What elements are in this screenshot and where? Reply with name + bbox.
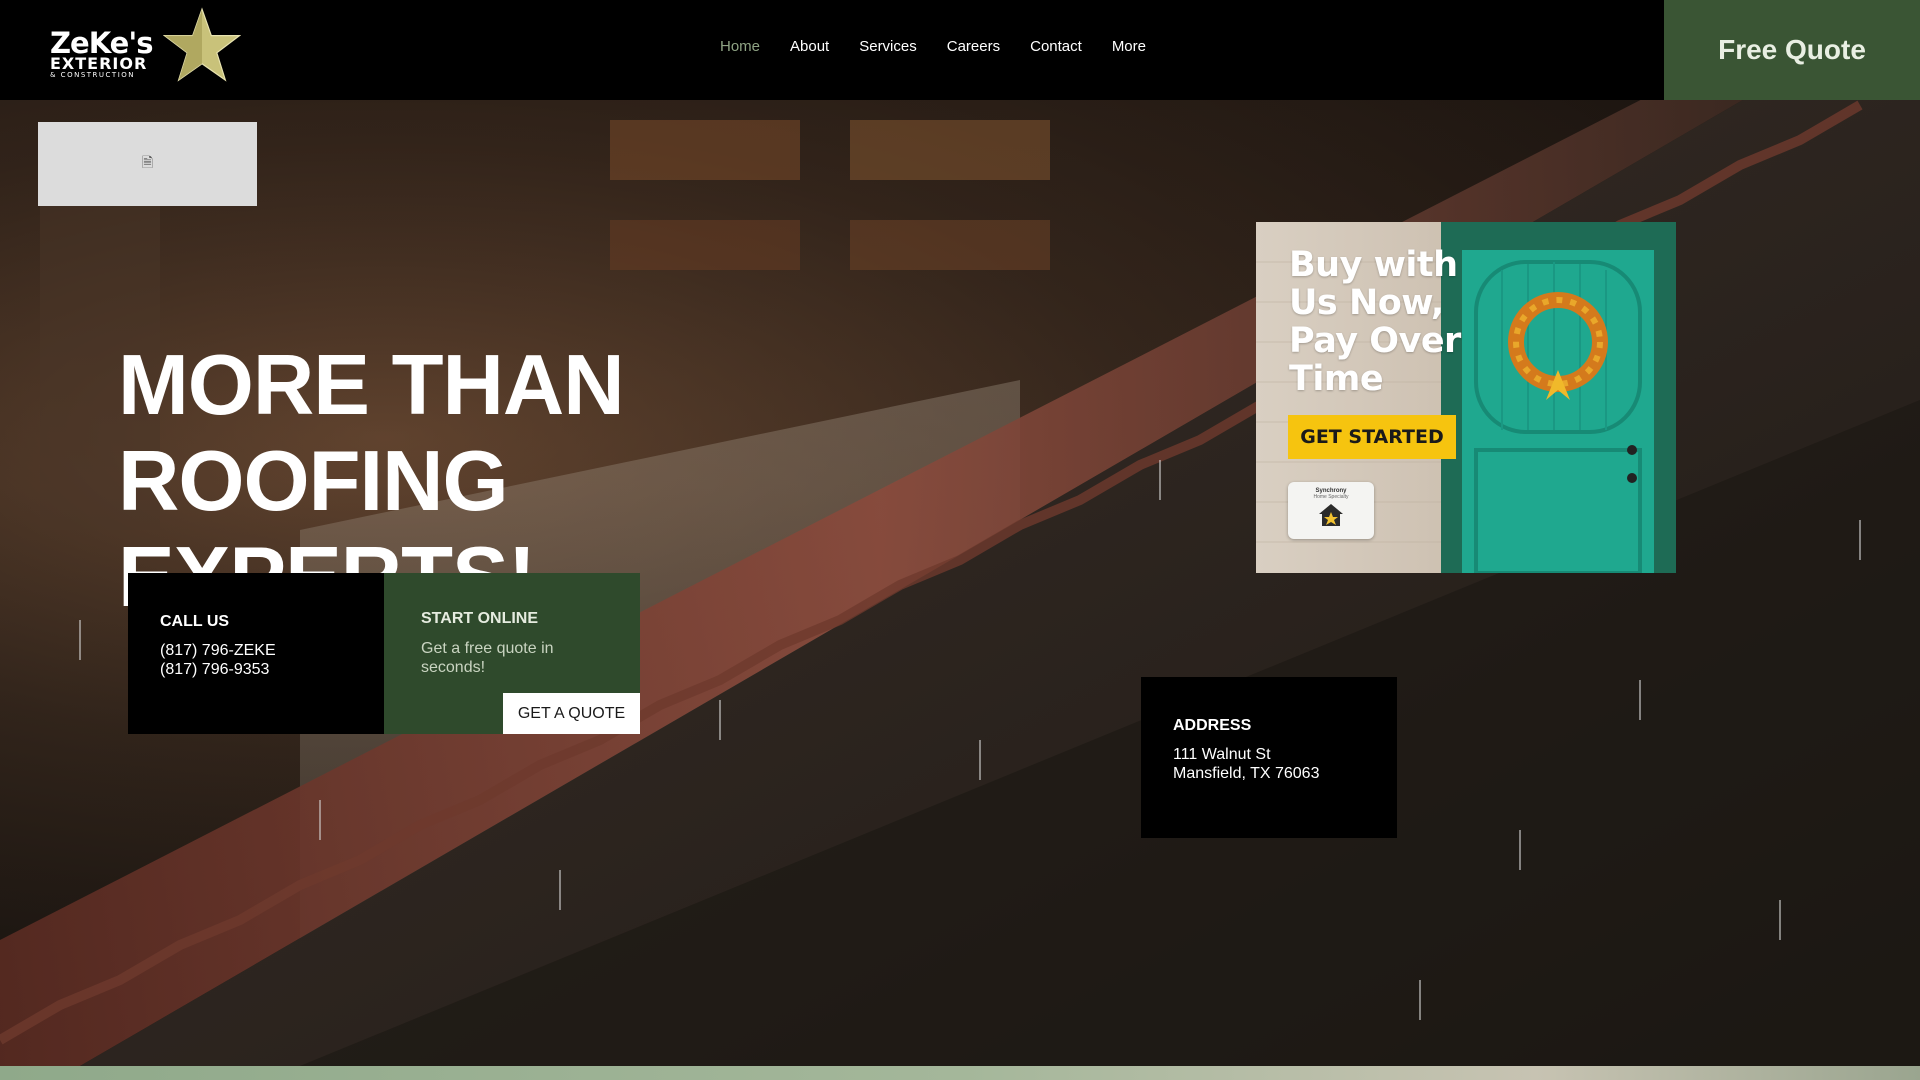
synchrony-sub: Home Specialty — [1313, 494, 1349, 500]
nav-contact[interactable]: Contact — [1030, 38, 1082, 55]
address-card: ADDRESS 111 Walnut St Mansfield, TX 7606… — [1141, 677, 1397, 838]
synchrony-badge: Synchrony Home Specialty — [1288, 482, 1374, 539]
promo-headline: Buy with Us Now, Pay Over Time — [1289, 245, 1461, 399]
address-line-1: 111 Walnut St — [1173, 746, 1271, 763]
phone-number-2[interactable]: (817) 796-9353 — [160, 660, 269, 679]
house-icon — [1319, 504, 1343, 526]
call-us-card: CALL US (817) 796-ZEKE (817) 796-9353 — [128, 573, 384, 734]
nav-about[interactable]: About — [790, 38, 829, 55]
financing-promo-banner[interactable]: Buy with Us Now, Pay Over Time GET START… — [1256, 222, 1676, 573]
brand-line-2: EXTERIOR — [50, 54, 148, 73]
document-icon: 🗎 — [141, 154, 154, 170]
call-us-title: CALL US — [160, 613, 230, 630]
nav-more[interactable]: More — [1112, 38, 1146, 55]
nav-home[interactable]: Home — [720, 38, 760, 55]
star-icon — [163, 7, 241, 82]
address-line-2: Mansfield, TX 76063 — [1173, 765, 1320, 782]
broken-image-placeholder: 🗎 — [38, 122, 257, 206]
site-header: ZeKe's EXTERIOR & CONSTRUCTION Home Abou… — [0, 0, 1920, 100]
address-title: ADDRESS — [1173, 717, 1252, 734]
brand-name: ZeKe's — [50, 26, 153, 60]
phone-number-1[interactable]: (817) 796-ZEKE — [160, 641, 276, 660]
next-section-preview — [0, 1066, 1920, 1080]
start-online-card: START ONLINE Get a free quote in seconds… — [384, 573, 640, 734]
get-a-quote-button[interactable]: GET A QUOTE — [503, 693, 640, 734]
brand-wordmark: ZeKe's EXTERIOR & CONSTRUCTION — [50, 26, 153, 80]
start-online-description: Get a free quote in seconds! — [421, 640, 554, 676]
teal-door-image — [1462, 250, 1654, 573]
free-quote-button[interactable]: Free Quote — [1664, 0, 1920, 100]
nav-careers[interactable]: Careers — [947, 38, 1000, 55]
main-nav: Home About Services Careers Contact More — [720, 38, 1146, 55]
start-online-title: START ONLINE — [421, 610, 539, 627]
get-started-button[interactable]: GET STARTED — [1288, 415, 1456, 459]
hero-headline-line-1: MORE THAN ROOFING — [118, 338, 625, 529]
brand-logo[interactable]: ZeKe's EXTERIOR & CONSTRUCTION — [50, 4, 241, 92]
nav-services[interactable]: Services — [859, 38, 917, 55]
